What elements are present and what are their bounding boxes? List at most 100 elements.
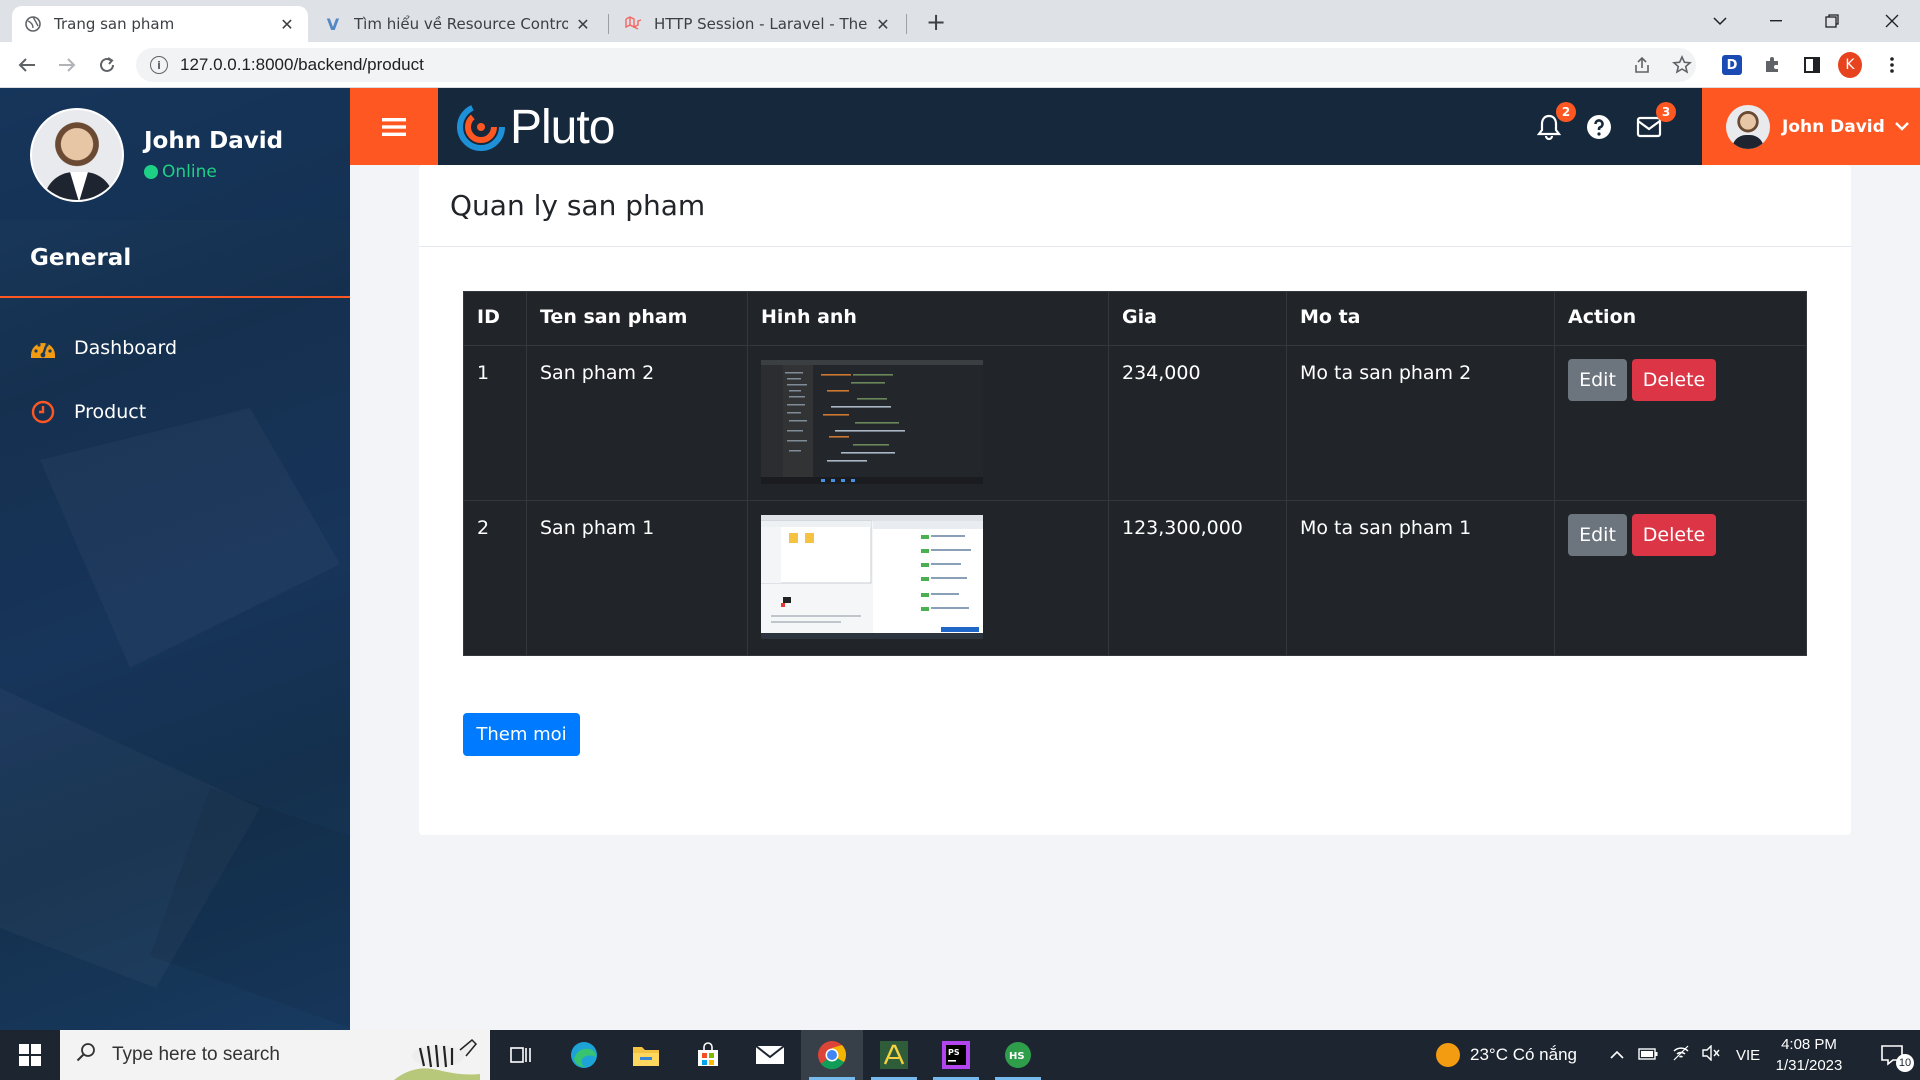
- browser-toolbar: i 127.0.0.1:8000/backend/product D K: [0, 42, 1920, 88]
- back-icon[interactable]: [12, 50, 42, 80]
- tab-title: HTTP Session - Laravel - The PHP: [654, 15, 868, 33]
- sidebar-item-label: Dashboard: [74, 337, 178, 359]
- hamburger-menu-button[interactable]: [350, 88, 438, 165]
- column-header-description: Mo ta: [1286, 291, 1555, 346]
- online-status: Online: [144, 162, 217, 182]
- reload-icon[interactable]: [92, 50, 122, 80]
- close-tab-icon[interactable]: ✕: [874, 15, 892, 34]
- sidebar-item-product[interactable]: Product: [0, 387, 350, 437]
- notifications-bell-button[interactable]: 2: [1532, 102, 1576, 144]
- tab-trang-san-pham[interactable]: Trang san pham ✕: [12, 6, 308, 42]
- avatar: [30, 108, 124, 202]
- search-placeholder: Type here to search: [112, 1044, 280, 1065]
- extensions-puzzle-icon[interactable]: [1760, 53, 1784, 77]
- envelope-icon: [1636, 116, 1662, 138]
- wifi-icon[interactable]: [1672, 1045, 1690, 1066]
- cell-image: [747, 500, 1109, 656]
- address-bar[interactable]: i 127.0.0.1:8000/backend/product: [136, 48, 1696, 82]
- zebra-search-illustration: [394, 1034, 480, 1080]
- taskbar-search-box[interactable]: Type here to search: [60, 1030, 490, 1080]
- sidebar-section-title: General: [0, 220, 350, 298]
- product-image: [761, 515, 983, 639]
- status-label: Online: [162, 162, 217, 182]
- laravel-icon: [624, 15, 642, 33]
- notification-center-icon[interactable]: 10: [1866, 1030, 1920, 1080]
- sidebar-item-dashboard[interactable]: Dashboard: [0, 323, 350, 373]
- extension-d-icon[interactable]: D: [1720, 53, 1744, 77]
- windows-logo-icon: [19, 1044, 41, 1066]
- tab-search-chevron-icon[interactable]: [1692, 0, 1748, 42]
- windows-start-button[interactable]: [0, 1030, 60, 1080]
- volume-muted-icon[interactable]: [1702, 1043, 1720, 1066]
- file-explorer-icon[interactable]: [615, 1030, 677, 1080]
- edge-browser-icon[interactable]: [553, 1030, 615, 1080]
- messages-button[interactable]: 3: [1632, 102, 1676, 144]
- phpstorm-icon[interactable]: PS: [925, 1030, 987, 1080]
- column-header-name: Ten san pham: [526, 291, 748, 346]
- user-dropdown[interactable]: John David: [1702, 88, 1920, 165]
- logo-text: Pluto: [510, 100, 615, 154]
- tab-title: Trang san pham: [54, 15, 175, 33]
- chrome-icon[interactable]: [801, 1030, 863, 1080]
- restore-icon[interactable]: [1804, 0, 1860, 42]
- edit-button[interactable]: Edit: [1568, 514, 1627, 556]
- product-table: ID Ten san pham Hinh anh Gia Mo ta Actio…: [463, 291, 1807, 656]
- pluto-logo[interactable]: Pluto: [456, 98, 615, 156]
- table-row: 2 San pham 1 123,300,000 Mo ta san pham …: [463, 500, 1807, 656]
- new-tab-button[interactable]: +: [922, 8, 950, 36]
- cell-price: 234,000: [1108, 345, 1287, 501]
- side-panel-icon[interactable]: [1800, 53, 1824, 77]
- sidebar: John David Online General Dashboard Prod…: [0, 88, 350, 1030]
- delete-button[interactable]: Delete: [1632, 359, 1716, 401]
- globe-icon: [24, 15, 42, 33]
- bookmark-star-icon[interactable]: [1670, 53, 1694, 77]
- status-dot-icon: [144, 165, 158, 179]
- sidebar-profile: John David Online: [0, 88, 350, 220]
- chevron-up-icon[interactable]: [1610, 1045, 1624, 1065]
- viblo-icon: V: [326, 14, 340, 34]
- mail-icon[interactable]: [739, 1030, 801, 1080]
- delete-button[interactable]: Delete: [1632, 514, 1716, 556]
- hamburger-icon: [382, 117, 406, 136]
- heidisql-icon[interactable]: HS: [987, 1030, 1049, 1080]
- microsoft-store-icon[interactable]: [677, 1030, 739, 1080]
- cell-name: San pham 2: [526, 345, 748, 501]
- question-circle-icon: [1587, 115, 1611, 139]
- edit-button[interactable]: Edit: [1568, 359, 1627, 401]
- tab-title: Tìm hiểu về Resource Controller t: [354, 15, 568, 33]
- profile-name: John David: [144, 128, 284, 154]
- weather-widget[interactable]: 23°C Có nắng: [1436, 1030, 1577, 1080]
- close-window-icon[interactable]: [1864, 0, 1920, 42]
- main-content: Quan ly san pham ID Ten san pham Hinh an…: [350, 165, 1920, 1030]
- tab-http-session[interactable]: HTTP Session - Laravel - The PHP ✕: [612, 6, 904, 42]
- page-title: Quan ly san pham: [419, 165, 1851, 247]
- svg-text:PS: PS: [948, 1048, 960, 1057]
- column-header-id: ID: [463, 291, 527, 346]
- minimize-icon[interactable]: [1748, 0, 1804, 42]
- notification-badge: 2: [1556, 102, 1576, 122]
- tab-separator: [608, 14, 609, 34]
- share-icon[interactable]: [1630, 53, 1654, 77]
- help-button[interactable]: [1582, 110, 1616, 144]
- cell-name: San pham 1: [526, 500, 748, 656]
- site-info-icon[interactable]: i: [150, 56, 168, 74]
- url-text: 127.0.0.1:8000/backend/product: [180, 55, 424, 74]
- add-new-button[interactable]: Them moi: [463, 713, 580, 756]
- close-tab-icon[interactable]: ✕: [278, 15, 296, 34]
- kebab-menu-icon[interactable]: [1880, 53, 1904, 77]
- clock-icon: [30, 399, 56, 425]
- tab-resource-controller[interactable]: V Tìm hiểu về Resource Controller t ✕: [312, 6, 604, 42]
- sidebar-item-label: Product: [74, 401, 147, 423]
- server-app-icon[interactable]: [863, 1030, 925, 1080]
- system-clock[interactable]: 4:08 PM 1/31/2023: [1766, 1034, 1852, 1076]
- user-name: John David: [1782, 116, 1885, 137]
- notification-count-badge: 10: [1896, 1054, 1914, 1072]
- language-indicator[interactable]: VIE: [1736, 1047, 1760, 1064]
- product-image: [761, 360, 983, 484]
- forward-icon[interactable]: [52, 50, 82, 80]
- profile-avatar[interactable]: K: [1838, 52, 1862, 78]
- battery-icon[interactable]: [1638, 1045, 1658, 1065]
- close-tab-icon[interactable]: ✕: [574, 15, 592, 34]
- task-view-icon[interactable]: [490, 1030, 552, 1080]
- table-row: 1 San pham 2 234,000 Mo ta san pham 2 Ed…: [463, 345, 1807, 501]
